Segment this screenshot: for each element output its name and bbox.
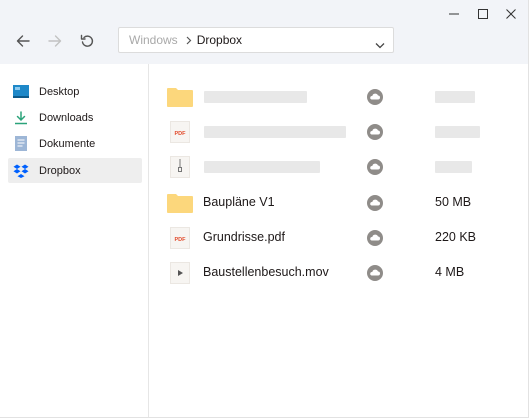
maximize-icon: [478, 9, 488, 19]
maximize-button[interactable]: [470, 5, 496, 23]
size-placeholder: [435, 91, 475, 103]
close-icon: [506, 9, 516, 19]
arrow-right-icon: [48, 35, 62, 47]
sidebar-item-dokumente[interactable]: Dokumente: [8, 131, 142, 156]
sidebar-item-label: Dokumente: [39, 137, 96, 150]
close-button[interactable]: [498, 5, 524, 23]
cloud-icon: [367, 230, 383, 246]
document-icon: [13, 136, 29, 152]
cloud-icon: [367, 124, 383, 140]
sidebar-item-label: Dropbox: [39, 164, 81, 177]
sidebar-item-label: Downloads: [39, 111, 94, 124]
sidebar-item-downloads[interactable]: Downloads: [8, 105, 142, 130]
sidebar: Desktop Downloads Dokumente Dropbox: [0, 64, 149, 417]
arrow-left-icon: [16, 35, 30, 47]
file-row[interactable]: Baustellenbesuch.mov 4 MB: [160, 258, 520, 288]
file-size: 220 KB: [435, 230, 477, 244]
pdf-icon: PDF: [167, 226, 193, 250]
pdf-icon: PDF: [167, 120, 193, 144]
svg-text:PDF: PDF: [175, 237, 187, 243]
refresh-button[interactable]: [74, 28, 100, 54]
breadcrumb-current[interactable]: Dropbox: [197, 33, 242, 47]
cloud-icon: [367, 265, 383, 281]
cloud-icon: [367, 159, 383, 175]
size-placeholder: [435, 161, 472, 173]
address-bar[interactable]: Windows Dropbox: [118, 27, 394, 53]
loading-row: PDF: [160, 117, 520, 147]
file-explorer-window: Windows Dropbox Desktop Downloads Dokume…: [0, 0, 529, 418]
sidebar-item-desktop[interactable]: Desktop: [8, 79, 142, 104]
size-placeholder: [435, 126, 480, 138]
loading-row: [160, 152, 520, 182]
sidebar-item-label: Desktop: [39, 85, 80, 98]
chevron-right-icon: [186, 36, 192, 45]
file-row[interactable]: PDF Grundrisse.pdf 220 KB: [160, 223, 520, 253]
title-bar: Windows Dropbox: [0, 0, 528, 64]
folder-icon: [167, 85, 193, 109]
dropbox-icon: [13, 163, 29, 179]
desktop-icon: [13, 84, 29, 100]
forward-button[interactable]: [42, 28, 68, 54]
refresh-icon: [80, 34, 94, 47]
sidebar-item-dropbox[interactable]: Dropbox: [8, 158, 142, 183]
file-name: Grundrisse.pdf: [203, 230, 285, 244]
file-size: 4 MB: [435, 265, 465, 279]
svg-text:PDF: PDF: [175, 131, 187, 137]
download-icon: [13, 110, 29, 126]
file-name: Baustellenbesuch.mov: [203, 265, 329, 279]
name-placeholder: [204, 91, 307, 103]
cloud-icon: [367, 89, 383, 105]
name-placeholder: [204, 126, 346, 138]
name-placeholder: [204, 161, 320, 173]
folder-icon: [167, 191, 193, 215]
video-icon: [167, 261, 193, 285]
breadcrumb-root[interactable]: Windows: [129, 33, 178, 47]
cloud-icon: [367, 195, 383, 211]
back-button[interactable]: [10, 28, 36, 54]
file-row[interactable]: Baupläne V1 50 MB: [160, 188, 520, 218]
file-size: 50 MB: [435, 195, 472, 209]
loading-row: [160, 82, 520, 112]
zip-icon: [167, 155, 193, 179]
chevron-down-icon[interactable]: [375, 36, 385, 54]
minimize-button[interactable]: [441, 5, 467, 23]
minimize-icon: [449, 13, 459, 15]
file-name: Baupläne V1: [203, 195, 275, 209]
